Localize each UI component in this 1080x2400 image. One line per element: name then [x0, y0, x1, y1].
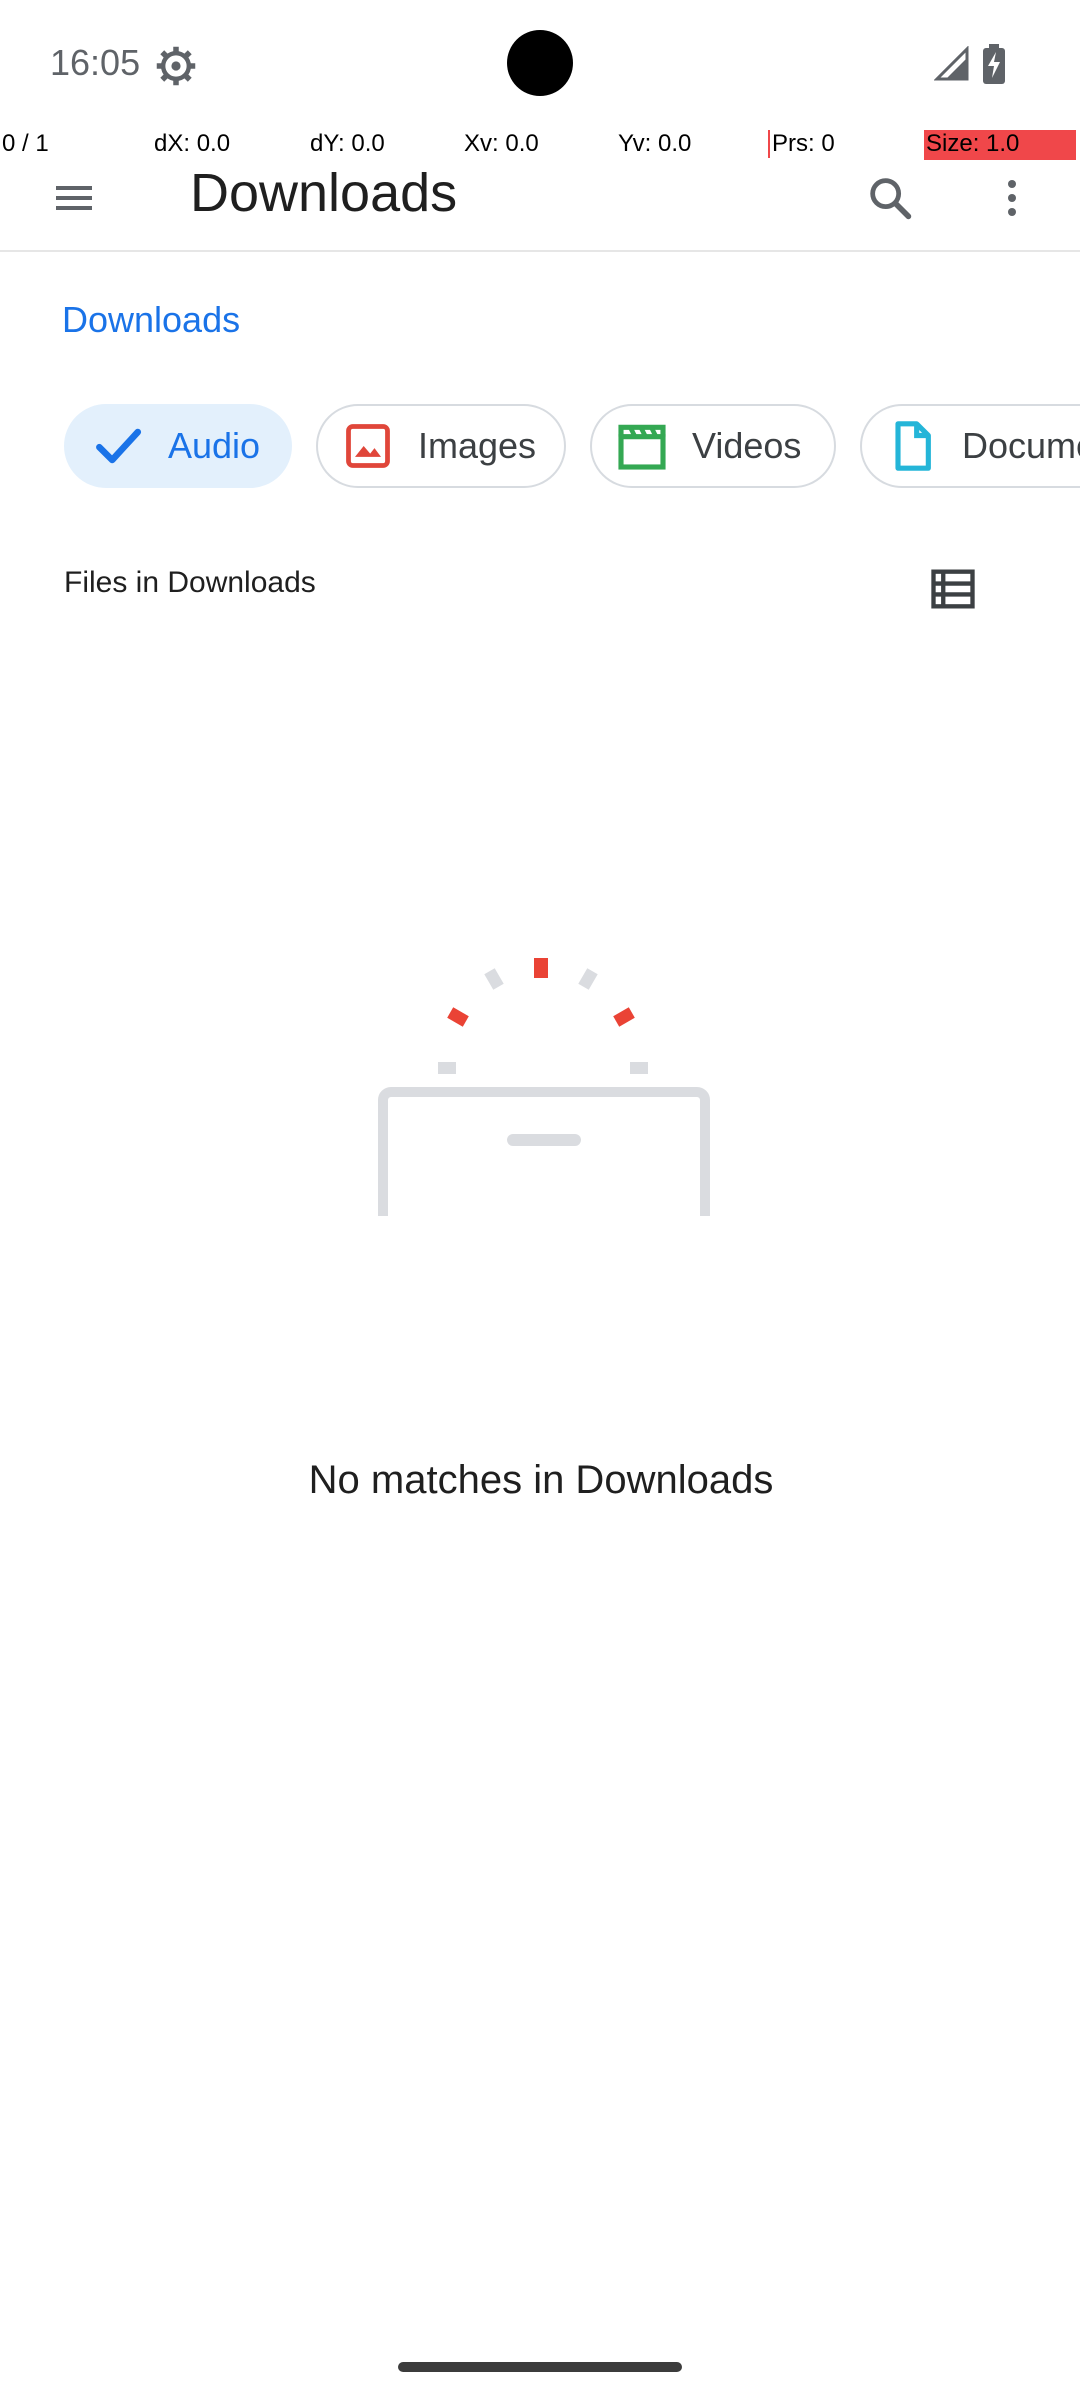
- settings-gear-icon: [154, 44, 198, 88]
- chip-documents[interactable]: Documents: [860, 404, 1080, 488]
- list-view-icon: [931, 569, 975, 609]
- search-button[interactable]: [850, 158, 930, 238]
- search-icon: [870, 178, 912, 220]
- status-bar: 16:05: [0, 0, 1080, 128]
- section-header: Files in Downloads: [62, 512, 1080, 668]
- chip-videos[interactable]: Videos: [590, 404, 836, 488]
- pointer-xv: Xv: 0.0: [464, 130, 539, 157]
- signal-icon: [933, 45, 970, 82]
- check-icon: [90, 418, 146, 474]
- pointer-yv: Yv: 0.0: [618, 130, 692, 157]
- movie-icon: [614, 418, 670, 474]
- pointer-marker: [768, 130, 770, 158]
- more-vert-icon: [1008, 180, 1016, 216]
- chip-images[interactable]: Images: [316, 404, 566, 488]
- chip-label: Videos: [692, 425, 802, 466]
- chip-label: Audio: [168, 425, 261, 466]
- breadcrumb: Downloads: [32, 258, 288, 382]
- breadcrumb-item-downloads[interactable]: Downloads: [32, 299, 240, 341]
- menu-button[interactable]: [34, 158, 114, 238]
- empty-folder-illustration: [354, 836, 734, 1287]
- pointer-location-overlay: 0 / 1 dX: 0.0 dY: 0.0 Xv: 0.0 Yv: 0.0 Pr…: [0, 128, 1080, 160]
- pointer-size: Size: 1.0: [926, 130, 1020, 157]
- camera-cutout: [507, 30, 573, 96]
- page-title: Downloads: [190, 163, 458, 223]
- chip-label: Images: [418, 425, 537, 466]
- empty-message: No matches in Downloads: [308, 1458, 774, 1502]
- view-toggle-button[interactable]: [890, 526, 1016, 652]
- chip-label: Documents: [962, 425, 1080, 466]
- pointer-dx: dX: 0.0: [154, 130, 231, 157]
- pointer-pressure: Prs: 0: [772, 130, 835, 157]
- image-icon: [340, 418, 396, 474]
- hamburger-menu-icon: [56, 186, 92, 210]
- pointer-dy: dY: 0.0: [310, 130, 385, 157]
- pointer-count: 0 / 1: [2, 130, 49, 157]
- chip-audio[interactable]: Audio: [64, 404, 292, 488]
- section-title: Files in Downloads: [64, 566, 316, 599]
- empty-state: No matches in Downloads: [54, 736, 1028, 1576]
- filter-chip-row: Audio Images Videos Docum: [0, 384, 1080, 508]
- screen: 16:05 Downloads 0 / 1 dX: 0.0 dY: 0.0 Xv…: [0, 0, 1080, 2400]
- gesture-navigation-handle[interactable]: [398, 2362, 682, 2372]
- battery-charging-icon: [982, 44, 1006, 84]
- more-options-button[interactable]: [972, 158, 1052, 238]
- status-time: 16:05: [50, 42, 141, 83]
- document-icon: [884, 418, 940, 474]
